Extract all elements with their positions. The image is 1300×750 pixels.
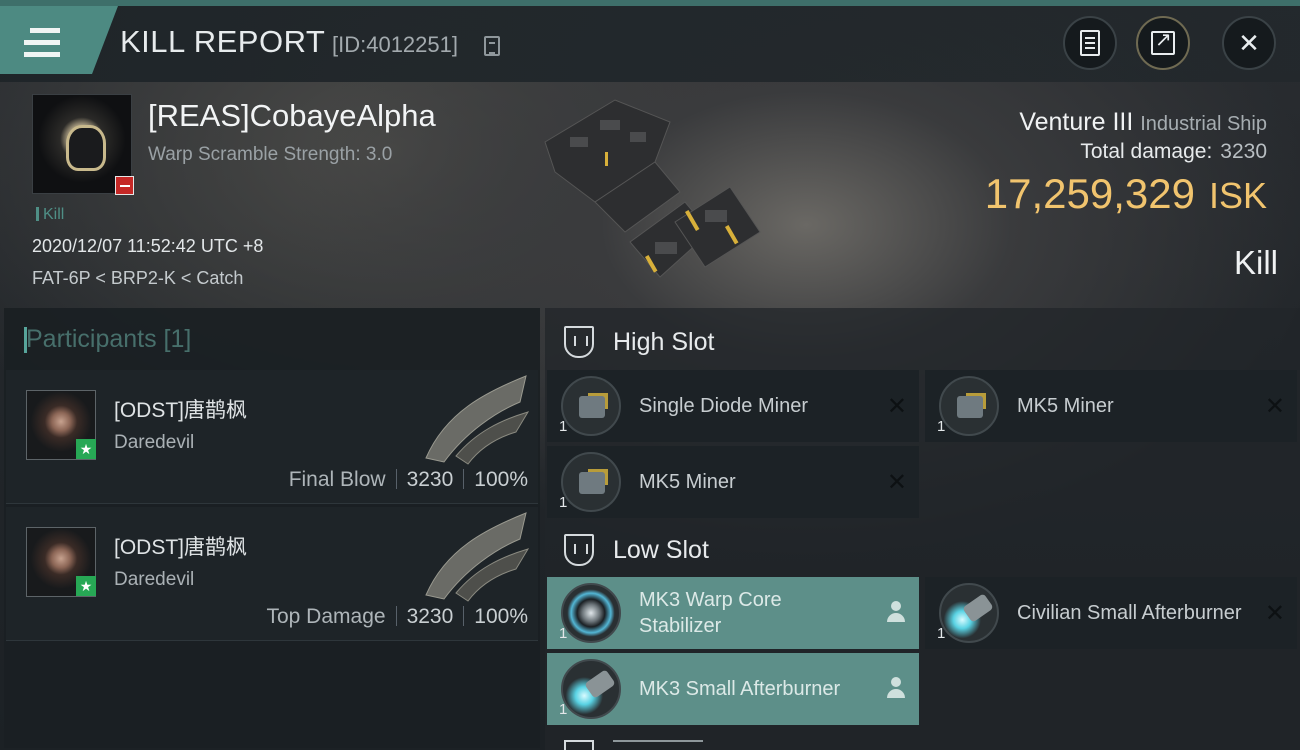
afterburner-icon [561,659,621,719]
participant-percent: 100% [474,605,528,628]
warp-core-stabilizer-icon [561,583,621,643]
venture-ship-image [544,99,761,278]
module-name: Single Diode Miner [639,395,808,417]
module-item[interactable]: 1 Single Diode Miner ✕ [547,370,919,442]
module-item[interactable]: 1 MK5 Miner ✕ [925,370,1297,442]
participant-percent: 100% [474,468,528,491]
miner-icon [939,376,999,436]
destroyed-x-icon: ✕ [1264,393,1285,420]
dropped-person-icon [887,677,905,699]
participant-damage: 3230 [406,468,454,491]
report-button[interactable] [1063,16,1117,70]
ship-type: Venture III Industrial Ship [1019,108,1267,137]
module-count: 1 [937,418,946,435]
participant-stats: Final Blow 3230 100% [289,468,528,492]
module-name: MK3 Warp Core Stabilizer [639,589,782,637]
module-name: Civilian Small Afterburner [1017,602,1242,624]
close-icon: ✕ [1238,27,1260,58]
isk-unit: ISK [1208,175,1267,216]
destroyed-x-icon: ✕ [886,469,907,496]
participant-row[interactable]: ★ [ODST]唐鹊枫 Daredevil Final Blow 3230 100% [6,370,538,504]
destroyed-x-icon: ✕ [886,393,907,420]
high-slot-header: High Slot [547,312,1297,370]
module-count: 1 [559,701,568,718]
report-id: [ID:4012251] [332,32,458,57]
module-name: MK5 Miner [639,471,736,493]
high-slot-icon [564,326,594,358]
module-name: MK5 Miner [1017,395,1114,417]
total-damage-label: Total damage: [1080,140,1213,163]
participants-title: Participants [1] [23,325,192,353]
star-icon: ★ [76,576,96,596]
daredevil-ship-image [425,375,530,465]
kill-result: Kill [1233,244,1278,281]
report-icon [1080,30,1100,56]
participant-ship: Daredevil [114,432,195,453]
low-slot-header: Low Slot [547,520,1297,578]
module-item[interactable]: 1 MK3 Warp Core Stabilizer [547,577,919,649]
share-icon [1151,27,1175,55]
isk-amount: 17,259,329 [984,170,1195,217]
participant-ship: Daredevil [114,569,195,590]
participant-role: Top Damage [266,605,386,628]
slot-label-cut [613,740,703,750]
module-name: MK3 Small Afterburner [639,678,841,700]
module-item[interactable]: 1 MK3 Small Afterburner [547,653,919,725]
page-title: KILL REPORT [120,24,326,59]
dropped-person-icon [887,601,905,623]
share-button[interactable] [1136,16,1190,70]
module-count: 1 [559,418,568,435]
module-count: 1 [559,494,568,511]
isk-value: 17,259,329 ISK [985,170,1267,218]
next-slot-header [547,738,1297,750]
low-slot-label: Low Slot [613,536,709,564]
miner-icon [561,452,621,512]
menu-icon [24,28,64,62]
destroyed-x-icon: ✕ [1264,600,1285,627]
participant-damage: 3230 [406,605,454,628]
participant-stats: Top Damage 3230 100% [266,605,528,629]
warp-scramble-strength: Warp Scramble Strength: 3.0 [148,144,393,165]
miner-icon [561,376,621,436]
daredevil-ship-image [425,512,530,602]
afterburner-icon [939,583,999,643]
participant-row[interactable]: ★ [ODST]唐鹊枫 Daredevil Top Damage 3230 100% [6,507,538,641]
module-item[interactable]: 1 Civilian Small Afterburner ✕ [925,577,1297,649]
total-damage-value: 3230 [1220,140,1267,163]
participant-role: Final Blow [288,468,386,491]
kill-tag: Kill [36,206,64,224]
participant-name: [ODST]唐鹊枫 [114,536,248,559]
slot-icon [564,740,594,750]
loss-badge [115,176,134,195]
kill-report-screen: KILL REPORT [ID:4012251] ✕ [REAS]CobayeA… [0,0,1300,750]
kill-location: FAT-6P < BRP2-K < Catch [32,268,244,288]
module-count: 1 [559,625,568,642]
victim-name[interactable]: [REAS]CobayeAlpha [148,98,436,134]
ship-class: Industrial Ship [1140,113,1267,135]
kill-datetime: 2020/12/07 11:52:42 UTC +8 [32,236,264,256]
total-damage: Total damage: 3230 [1080,140,1267,164]
high-slot-label: High Slot [613,328,715,356]
ship-name: Venture III [1019,108,1134,136]
module-item[interactable]: 1 MK5 Miner ✕ [547,446,919,518]
participant-name: [ODST]唐鹊枫 [114,399,248,422]
copy-icon[interactable] [484,36,500,56]
low-slot-icon [564,534,594,566]
star-icon: ★ [76,439,96,459]
close-button[interactable]: ✕ [1222,16,1276,70]
module-count: 1 [937,625,946,642]
